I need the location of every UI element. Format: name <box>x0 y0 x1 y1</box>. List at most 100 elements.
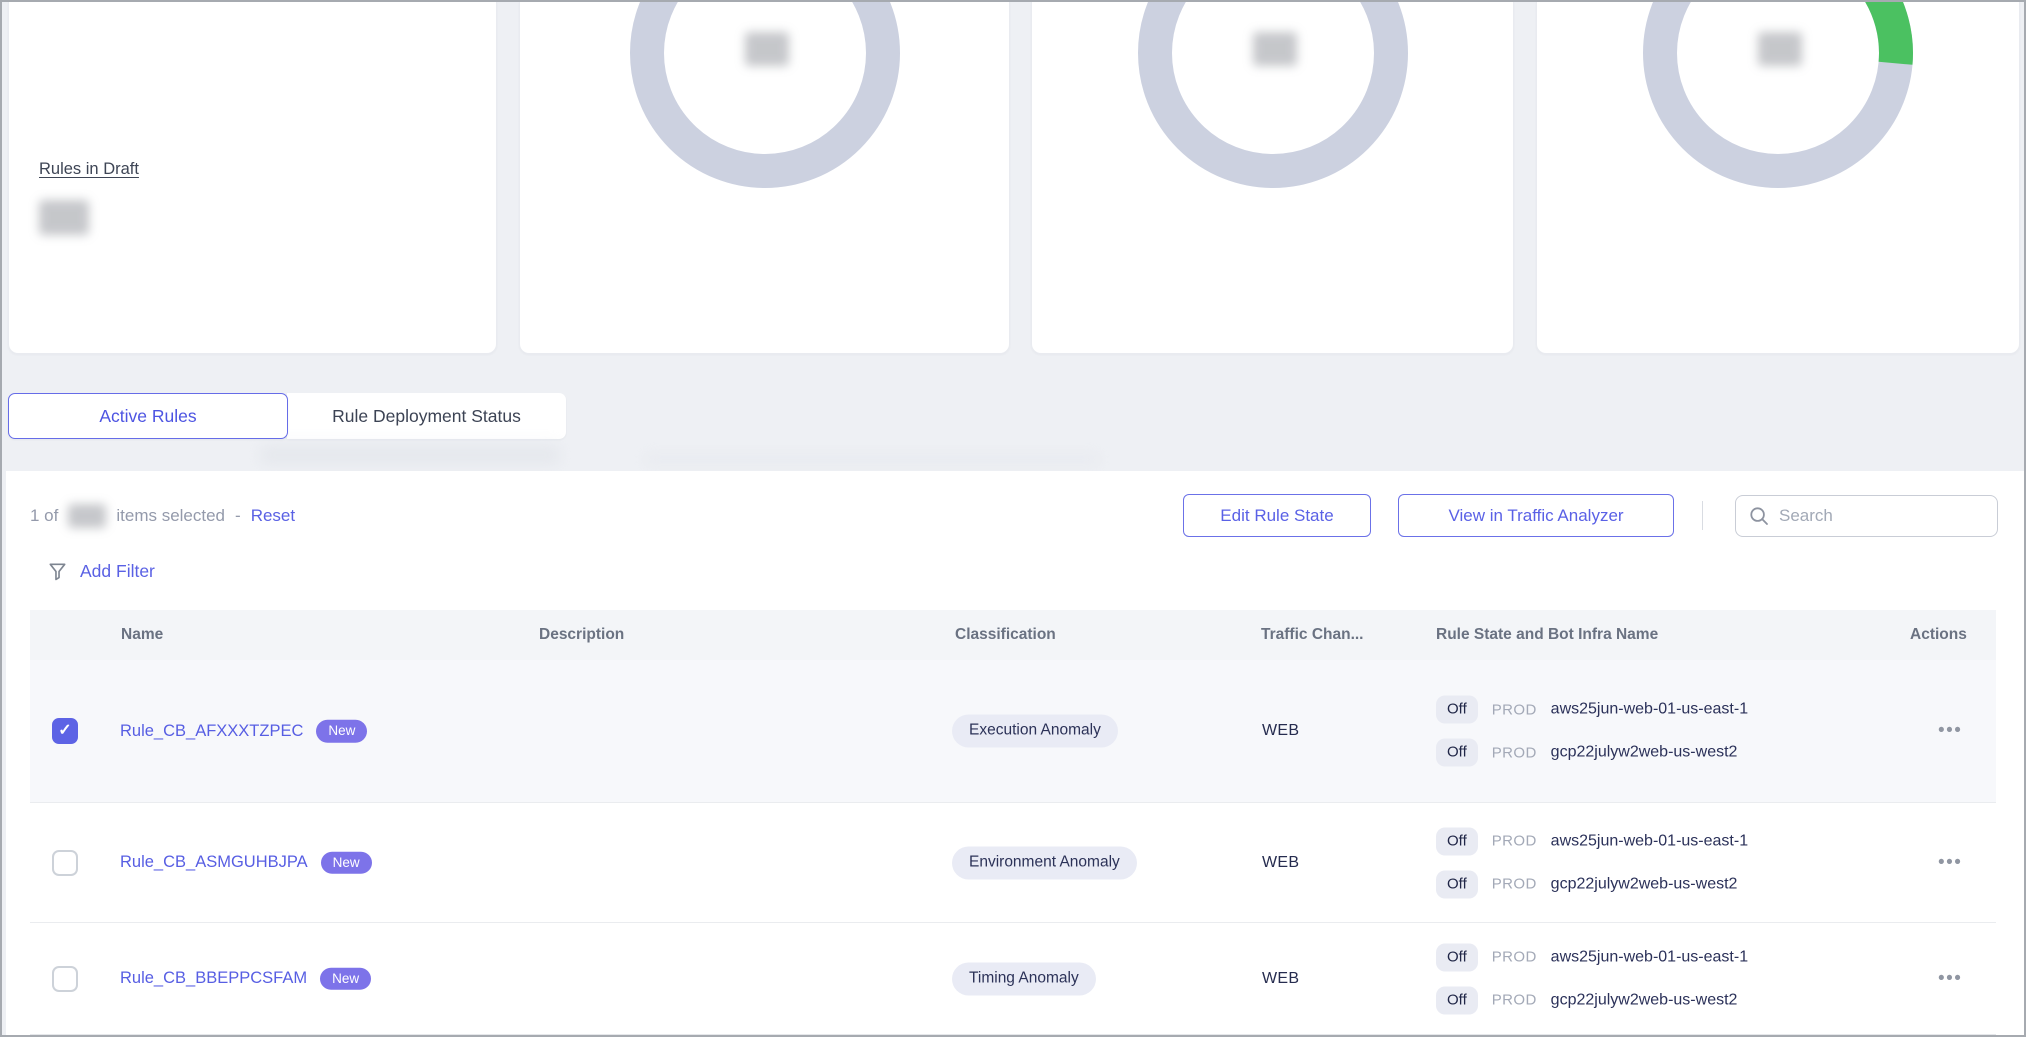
redacted-total-count <box>68 504 106 528</box>
state-off-pill: Off <box>1436 739 1478 767</box>
rules-dashboard-screen: Rules in Draft Active Rules Rule Deploym… <box>0 0 2026 1037</box>
state-off-pill: Off <box>1436 943 1478 971</box>
rule-state-cell: Off PROD aws25jun-web-01-us-east-1 Off P… <box>1436 692 1748 771</box>
column-header-name: Name <box>121 610 163 660</box>
env-label: PROD <box>1492 949 1537 966</box>
row-actions-button[interactable]: ••• <box>1938 853 1962 872</box>
row-checkbox[interactable] <box>52 966 78 992</box>
rule-name-link[interactable]: Rule_CB_AFXXXTZPEC <box>120 722 303 741</box>
rule-state-line: Off PROD aws25jun-web-01-us-east-1 <box>1436 823 1748 859</box>
name-cell: Rule_CB_BBEPPCSFAM New <box>120 967 371 990</box>
rule-state-line: Off PROD gcp22julyw2web-us-west2 <box>1436 982 1748 1018</box>
env-label: PROD <box>1492 876 1537 893</box>
rule-state-cell: Off PROD aws25jun-web-01-us-east-1 Off P… <box>1436 823 1748 902</box>
tab-active-rules-label: Active Rules <box>99 406 196 427</box>
env-label: PROD <box>1492 833 1537 850</box>
rule-state-line: Off PROD gcp22julyw2web-us-west2 <box>1436 735 1748 771</box>
check-icon: ✓ <box>58 723 71 739</box>
filter-funnel-icon <box>46 560 69 583</box>
toolbar-divider <box>1702 501 1703 530</box>
redacted-draft-count <box>39 200 89 235</box>
blur-artifact <box>642 452 1102 467</box>
donut-card-3 <box>1536 2 2020 354</box>
reset-selection-link[interactable]: Reset <box>251 506 295 526</box>
name-cell: Rule_CB_AFXXXTZPEC New <box>120 720 367 743</box>
column-header-classification: Classification <box>955 610 1056 660</box>
state-off-pill: Off <box>1436 870 1478 898</box>
donut-chart-2 <box>1133 2 1413 192</box>
classification-pill: Environment Anomaly <box>952 846 1137 879</box>
row-actions-button[interactable]: ••• <box>1938 721 1962 740</box>
donut-chart-1 <box>625 2 905 192</box>
new-badge: New <box>320 967 371 990</box>
selection-prefix: 1 of <box>30 506 58 526</box>
bot-infra-name: gcp22julyw2web-us-west2 <box>1551 991 1738 1009</box>
column-header-actions: Actions <box>1910 610 1967 660</box>
donut-card-2 <box>1031 2 1514 354</box>
rule-state-line: Off PROD gcp22julyw2web-us-west2 <box>1436 866 1748 902</box>
name-cell: Rule_CB_ASMGUHBJPA New <box>120 851 372 874</box>
classification-cell: Execution Anomaly <box>952 715 1118 748</box>
env-label: PROD <box>1492 744 1537 761</box>
rule-state-line: Off PROD aws25jun-web-01-us-east-1 <box>1436 692 1748 728</box>
tab-rule-deployment-status-label: Rule Deployment Status <box>332 406 521 427</box>
table-row: ✓ Rule_CB_AFXXXTZPEC New Execution Anoma… <box>30 660 1996 802</box>
bot-infra-name: aws25jun-web-01-us-east-1 <box>1551 948 1748 966</box>
row-actions-button[interactable]: ••• <box>1938 969 1962 988</box>
traffic-channel-cell: WEB <box>1262 970 1299 988</box>
donut-chart-3 <box>1638 2 1918 192</box>
add-filter-button[interactable]: Add Filter <box>46 556 155 586</box>
column-header-description: Description <box>539 610 624 660</box>
bot-infra-name: aws25jun-web-01-us-east-1 <box>1551 832 1748 850</box>
traffic-channel-cell: WEB <box>1262 722 1299 740</box>
search-box[interactable] <box>1735 495 1998 537</box>
state-off-pill: Off <box>1436 696 1478 724</box>
actions-cell: ••• <box>1938 721 1962 741</box>
traffic-channel-cell: WEB <box>1262 854 1299 872</box>
edit-rule-state-button[interactable]: Edit Rule State <box>1183 494 1371 537</box>
blur-artifact <box>260 445 560 465</box>
bot-infra-name: gcp22julyw2web-us-west2 <box>1551 744 1738 762</box>
rules-in-draft-card: Rules in Draft <box>8 2 497 354</box>
tab-active-rules[interactable]: Active Rules <box>8 393 288 439</box>
classification-cell: Timing Anomaly <box>952 962 1096 995</box>
selection-summary: 1 of items selected - Reset <box>30 502 295 530</box>
row-checkbox[interactable] <box>52 850 78 876</box>
bot-infra-name: gcp22julyw2web-us-west2 <box>1551 875 1738 893</box>
rules-in-draft-link[interactable]: Rules in Draft <box>39 160 139 179</box>
classification-cell: Environment Anomaly <box>952 846 1137 879</box>
donut-green-segment <box>1875 2 1896 63</box>
state-off-pill: Off <box>1436 827 1478 855</box>
column-header-traffic-channel: Traffic Chan... <box>1261 610 1364 660</box>
redacted-donut-value <box>1758 32 1802 66</box>
column-header-rule-state: Rule State and Bot Infra Name <box>1436 610 1658 660</box>
donut-card-1 <box>519 2 1010 354</box>
search-icon <box>1749 506 1769 526</box>
row-checkbox[interactable]: ✓ <box>52 718 78 744</box>
redacted-donut-value <box>745 32 789 66</box>
rule-state-cell: Off PROD aws25jun-web-01-us-east-1 Off P… <box>1436 939 1748 1018</box>
search-input[interactable] <box>1779 506 1969 526</box>
classification-pill: Timing Anomaly <box>952 962 1096 995</box>
state-off-pill: Off <box>1436 986 1478 1014</box>
selection-dash: - <box>235 506 241 526</box>
table-row: Rule_CB_BBEPPCSFAM New Timing Anomaly WE… <box>30 922 1996 1035</box>
actions-cell: ••• <box>1938 853 1962 873</box>
bot-infra-name: aws25jun-web-01-us-east-1 <box>1551 701 1748 719</box>
view-in-traffic-analyzer-button[interactable]: View in Traffic Analyzer <box>1398 494 1674 537</box>
rule-name-link[interactable]: Rule_CB_ASMGUHBJPA <box>120 853 308 872</box>
env-label: PROD <box>1492 701 1537 718</box>
rule-state-line: Off PROD aws25jun-web-01-us-east-1 <box>1436 939 1748 975</box>
env-label: PROD <box>1492 992 1537 1009</box>
redacted-donut-value <box>1253 32 1297 66</box>
new-badge: New <box>321 851 372 874</box>
rule-name-link[interactable]: Rule_CB_BBEPPCSFAM <box>120 969 307 988</box>
tab-rule-deployment-status[interactable]: Rule Deployment Status <box>287 393 566 439</box>
new-badge: New <box>316 720 367 743</box>
table-header: Name Description Classification Traffic … <box>30 610 1996 660</box>
add-filter-label: Add Filter <box>80 561 155 582</box>
table-row: Rule_CB_ASMGUHBJPA New Environment Anoma… <box>30 802 1996 922</box>
actions-cell: ••• <box>1938 969 1962 989</box>
classification-pill: Execution Anomaly <box>952 715 1118 748</box>
selection-middle: items selected <box>116 506 225 526</box>
